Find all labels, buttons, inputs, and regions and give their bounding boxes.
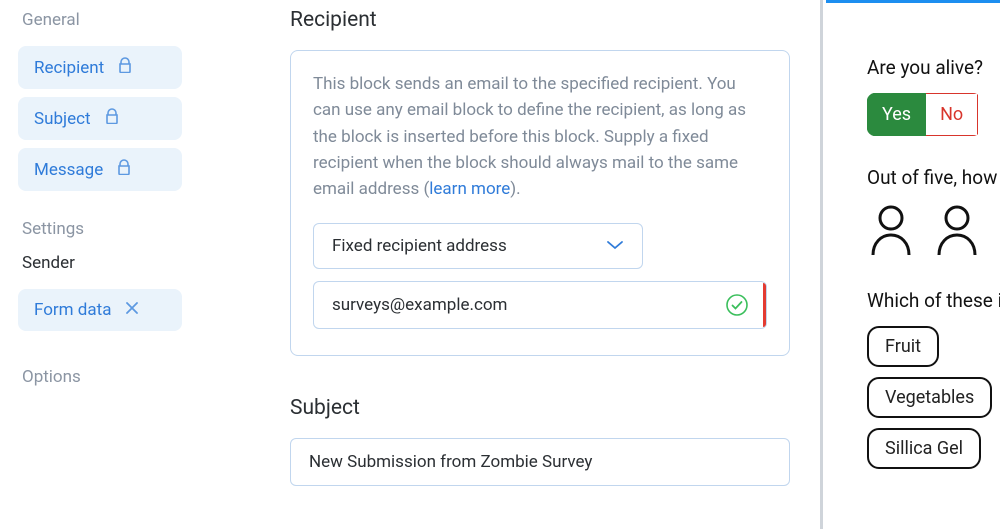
chip-vegetables[interactable]: Vegetables bbox=[867, 377, 992, 418]
person-icon[interactable] bbox=[867, 203, 915, 261]
sidebar-item-label: Recipient bbox=[34, 58, 104, 78]
person-icon[interactable] bbox=[933, 203, 981, 261]
sidebar-item-label: Subject bbox=[34, 109, 91, 129]
sidebar-item-label: Form data bbox=[34, 300, 111, 320]
learn-more-link[interactable]: learn more bbox=[429, 179, 510, 199]
chip-fruit[interactable]: Fruit bbox=[867, 326, 939, 367]
question-out-of-five: Out of five, how e bbox=[867, 166, 1000, 189]
sidebar-heading-options: Options bbox=[22, 367, 182, 387]
chip-options: Fruit Vegetables Sillica Gel bbox=[867, 326, 1000, 469]
chevron-down-icon bbox=[606, 236, 624, 256]
sidebar-item-sender[interactable]: Sender bbox=[22, 253, 182, 273]
recipient-description: This block sends an email to the specifi… bbox=[313, 71, 767, 203]
lock-icon bbox=[118, 57, 132, 78]
subject-block: Subject bbox=[290, 396, 790, 486]
sidebar-item-recipient[interactable]: Recipient bbox=[18, 46, 182, 89]
yes-no-toggle: Yes No bbox=[867, 93, 981, 136]
sidebar-item-message[interactable]: Message bbox=[18, 148, 182, 191]
close-icon[interactable] bbox=[125, 300, 139, 320]
people-rating bbox=[867, 203, 1000, 261]
check-circle-icon bbox=[725, 293, 749, 317]
section-title-subject: Subject bbox=[290, 396, 790, 420]
main-panel: Recipient This block sends an email to t… bbox=[200, 0, 800, 529]
question-which-items: Which of these ite bbox=[867, 289, 1000, 312]
sidebar: General Recipient Subject Message Settin… bbox=[0, 0, 200, 529]
subject-input[interactable] bbox=[290, 438, 790, 486]
recipient-email-input[interactable] bbox=[313, 281, 767, 329]
sidebar-item-subject[interactable]: Subject bbox=[18, 97, 182, 140]
sidebar-heading-settings: Settings bbox=[22, 219, 182, 239]
section-title-recipient: Recipient bbox=[290, 8, 790, 32]
recipient-email-field-wrap bbox=[313, 281, 767, 329]
select-value: Fixed recipient address bbox=[332, 236, 507, 256]
question-alive: Are you alive? bbox=[867, 56, 1000, 79]
recipient-panel: This block sends an email to the specifi… bbox=[290, 50, 790, 356]
preview-top-border bbox=[826, 0, 1000, 3]
recipient-type-select[interactable]: Fixed recipient address bbox=[313, 223, 643, 269]
lock-icon bbox=[117, 159, 131, 180]
yes-button[interactable]: Yes bbox=[867, 93, 926, 136]
no-button[interactable]: No bbox=[926, 93, 978, 136]
sidebar-heading-general: General bbox=[22, 10, 182, 30]
preview-pane: Are you alive? Yes No Out of five, how e… bbox=[820, 0, 1000, 529]
sidebar-item-label: Message bbox=[34, 160, 103, 180]
sidebar-item-form-data[interactable]: Form data bbox=[18, 289, 182, 331]
chip-sillica-gel[interactable]: Sillica Gel bbox=[867, 428, 981, 469]
lock-icon bbox=[105, 108, 119, 129]
